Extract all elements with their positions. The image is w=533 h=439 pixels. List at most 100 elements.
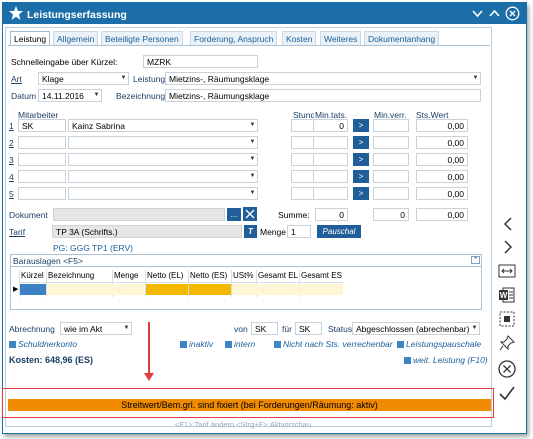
word-icon[interactable]: W <box>498 286 516 304</box>
minverr-input[interactable] <box>373 119 409 132</box>
totals-cells[interactable] <box>232 284 343 295</box>
tab-weiteres[interactable]: Weiteres <box>320 31 362 45</box>
mitarbeiter-name-select[interactable]: ▼ <box>68 187 258 200</box>
mintats-input[interactable]: 0 <box>313 119 348 132</box>
bezeichnung-input[interactable]: Mietzins-, Räumungsklage <box>165 89 481 102</box>
close-icon[interactable] <box>505 6 520 21</box>
checkbox-box <box>404 357 411 364</box>
inaktiv-label: inaktiv <box>189 339 214 349</box>
intern-checkbox[interactable]: intern <box>225 339 255 349</box>
pauschal-button[interactable]: Pauschal <box>317 225 361 238</box>
mitarbeiter-kuerzel-input[interactable] <box>18 187 66 200</box>
minverr-input[interactable] <box>373 153 409 166</box>
tab-kosten[interactable]: Kosten <box>282 31 317 45</box>
mitarbeiter-kuerzel-input[interactable] <box>18 136 66 149</box>
chevron-down-icon: ▼ <box>249 173 256 179</box>
select-frame-icon[interactable] <box>498 310 516 328</box>
stswert-input[interactable]: 0,00 <box>416 170 468 183</box>
barauslagen-column-header[interactable]: Netto (EL) <box>147 271 189 280</box>
schuldnerkonto-label: Schuldnerkonto <box>18 339 78 349</box>
dokument-input[interactable] <box>53 208 225 221</box>
stswert-input[interactable]: 0,00 <box>416 153 468 166</box>
summe-stswert: 0,00 <box>416 208 468 221</box>
minverr-input[interactable] <box>373 136 409 149</box>
barauslagen-column-header[interactable]: Netto (ES) <box>190 271 232 280</box>
mintats-input[interactable] <box>313 187 348 200</box>
barauslagen-column-header[interactable]: Kürzel <box>21 271 47 280</box>
leistung-select[interactable]: Mietzins-, Räumungsklage ▼ <box>165 72 481 85</box>
nicht-verrechenbar-checkbox[interactable]: Nicht nach Sts. verrechenbar <box>274 339 393 349</box>
transfer-arrow-button[interactable]: > <box>353 119 369 132</box>
barauslagen-column-header[interactable]: Bezeichnung <box>48 271 112 280</box>
barauslagen-column-header[interactable]: USt% <box>233 271 257 280</box>
title-bar[interactable]: Leistungserfassung <box>3 3 526 24</box>
mitarbeiter-kuerzel-input[interactable]: SK <box>18 119 66 132</box>
swap-width-icon[interactable] <box>498 263 516 281</box>
barauslagen-column-header[interactable]: Gesamt EL <box>258 271 299 280</box>
schnelleingabe-input[interactable]: MZRK <box>143 55 258 68</box>
abrechnung-select[interactable]: wie im Akt ▼ <box>60 322 132 335</box>
minverr-input[interactable] <box>373 187 409 200</box>
dokument-clear-button[interactable] <box>243 207 257 221</box>
mitarbeiter-name-select[interactable]: ▼ <box>68 153 258 166</box>
von-label: von <box>234 324 248 334</box>
tab-allgemein[interactable]: Allgemein <box>53 31 99 45</box>
confirm-icon[interactable] <box>498 384 516 402</box>
tab-leistung[interactable]: Leistung <box>10 31 51 45</box>
tab-beteiligte-personen[interactable]: Beteiligte Personen <box>101 31 183 45</box>
mitarbeiter-kuerzel-input[interactable] <box>18 153 66 166</box>
mitarbeiter-kuerzel-input[interactable] <box>18 170 66 183</box>
mintats-input[interactable] <box>313 153 348 166</box>
stswert-input[interactable]: 0,00 <box>416 119 468 132</box>
datum-input[interactable]: 14.11.2016 ▼ <box>38 89 102 102</box>
cancel-icon[interactable] <box>497 359 516 378</box>
netto-el-cell[interactable] <box>146 284 188 295</box>
minverr-input[interactable] <box>373 170 409 183</box>
close-icon <box>245 209 255 219</box>
minimize-icon[interactable] <box>470 6 485 21</box>
transfer-arrow-button[interactable]: > <box>353 153 369 166</box>
tab-forderung[interactable]: Forderung, Anspruch <box>190 31 278 45</box>
netto-es-cell[interactable] <box>189 284 231 295</box>
transfer-arrow-button[interactable]: > <box>353 170 369 183</box>
kuerzel-cell[interactable] <box>20 284 46 295</box>
fuer-input[interactable]: SK <box>295 322 322 335</box>
tarif-t-button[interactable]: T <box>244 225 257 238</box>
transfer-arrow-button[interactable]: > <box>353 136 369 149</box>
chevron-left-icon[interactable] <box>499 215 517 233</box>
mitarbeiter-name-select[interactable]: ▼ <box>68 136 258 149</box>
bezeichnung-label: Bezeichnung <box>116 91 166 101</box>
barauslagen-column-header[interactable]: Gesamt ES <box>301 271 345 280</box>
art-select[interactable]: Klage ▼ <box>38 72 129 85</box>
mitarbeiter-name-select[interactable]: ▼ <box>68 170 258 183</box>
schuldnerkonto-checkbox[interactable]: Schuldnerkonto <box>9 339 77 349</box>
barauslagen-title: Barauslagen <F5> <box>13 256 83 266</box>
row-number: 4 <box>9 172 14 182</box>
chevron-down-icon: ▼ <box>472 75 479 81</box>
leistung-value: Mietzins-, Räumungsklage <box>169 74 270 84</box>
mintats-input[interactable] <box>313 170 348 183</box>
menge-input[interactable]: 1 <box>287 225 311 238</box>
leistungspauschale-checkbox[interactable]: Leistungspauschale <box>397 339 481 349</box>
pin-icon[interactable] <box>498 334 516 352</box>
tab-dokumentanhang[interactable]: Dokumentanhang <box>364 31 440 45</box>
checkbox-box <box>225 341 232 348</box>
barauslagen-column-header[interactable]: Menge <box>114 271 146 280</box>
row-number: 3 <box>9 155 14 165</box>
tarif-input[interactable]: TP 3A (Schrifts.) <box>52 225 242 238</box>
collapse-icon[interactable]: ⌃ <box>471 256 480 264</box>
inaktiv-checkbox[interactable]: inaktiv <box>180 339 213 349</box>
mitarbeiter-name-select[interactable]: Kainz Sabrina ▼ <box>68 119 258 132</box>
stswert-input[interactable]: 0,00 <box>416 187 468 200</box>
maximize-icon[interactable] <box>487 6 502 21</box>
chevron-right-icon[interactable] <box>499 238 517 256</box>
transfer-arrow-button[interactable]: > <box>353 187 369 200</box>
bezeichnung-cell[interactable] <box>47 284 144 295</box>
stswert-input[interactable]: 0,00 <box>416 136 468 149</box>
weitere-leistung-checkbox[interactable]: weit. Leistung (F10) <box>404 355 488 365</box>
status-select[interactable]: Abgeschlossen (abrechenbar) ▼ <box>352 322 480 335</box>
mintats-input[interactable] <box>313 136 348 149</box>
dokument-browse-button[interactable]: ... <box>227 208 241 221</box>
von-input[interactable]: SK <box>251 322 278 335</box>
leistungspauschale-label: Leistungspauschale <box>406 339 482 349</box>
